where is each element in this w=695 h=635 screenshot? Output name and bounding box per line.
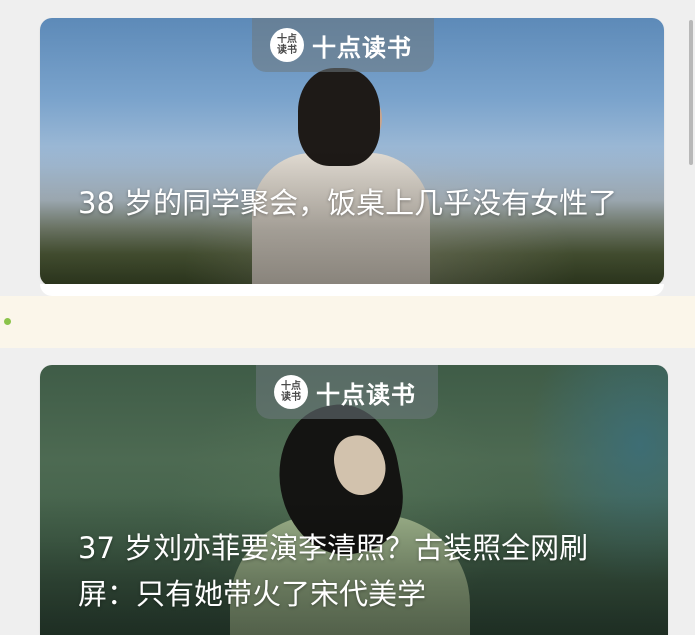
brand-logo-line-1: 十点 <box>281 381 301 392</box>
brand-badge: 十点 读书 十点读书 <box>252 18 434 72</box>
article-card-2[interactable]: 十点 读书 十点读书 37 岁刘亦菲要演李清照？古装照全网刷屏：只有她带火了宋代… <box>40 365 668 635</box>
green-dot-icon <box>4 318 11 325</box>
article-card-1[interactable]: 十点 读书 十点读书 38 岁的同学聚会，饭桌上几乎没有女性了 <box>40 18 664 286</box>
brand-name: 十点读书 <box>312 33 412 62</box>
brand-logo-line-1: 十点 <box>277 34 297 45</box>
article-card-1-footer <box>40 284 664 296</box>
brand-badge: 十点 读书 十点读书 <box>256 365 438 419</box>
content-divider-strip <box>0 296 695 348</box>
brand-logo-icon: 十点 读书 <box>274 375 308 409</box>
article-title[interactable]: 37 岁刘亦菲要演李清照？古装照全网刷屏：只有她带火了宋代美学 <box>78 525 640 617</box>
brand-name: 十点读书 <box>316 380 416 409</box>
brand-logo-icon: 十点 读书 <box>270 28 304 62</box>
scrollbar-thumb[interactable] <box>689 20 693 165</box>
article-title[interactable]: 38 岁的同学聚会，饭桌上几乎没有女性了 <box>78 180 636 226</box>
brand-logo-line-2: 读书 <box>281 392 301 403</box>
brand-logo-line-2: 读书 <box>277 45 297 56</box>
